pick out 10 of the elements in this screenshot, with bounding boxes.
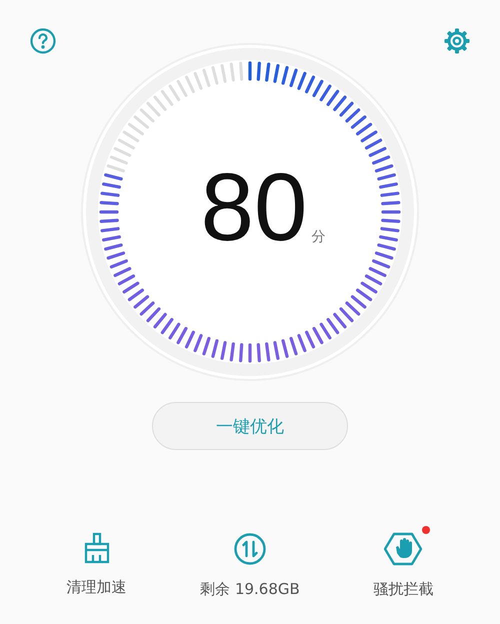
transfer-icon[interactable] xyxy=(232,532,267,566)
score-value: 80 xyxy=(200,160,308,256)
tool-label[interactable]: 剩余 19.68GB xyxy=(200,580,300,599)
settings-icon[interactable] xyxy=(444,28,470,54)
help-icon[interactable] xyxy=(30,28,56,54)
hand-icon[interactable] xyxy=(384,532,422,566)
score-unit: 分 xyxy=(311,228,326,247)
brush-icon[interactable] xyxy=(82,532,111,564)
tool-label[interactable]: 骚扰拦截 xyxy=(373,580,434,599)
tool-label[interactable]: 清理加速 xyxy=(66,578,127,597)
